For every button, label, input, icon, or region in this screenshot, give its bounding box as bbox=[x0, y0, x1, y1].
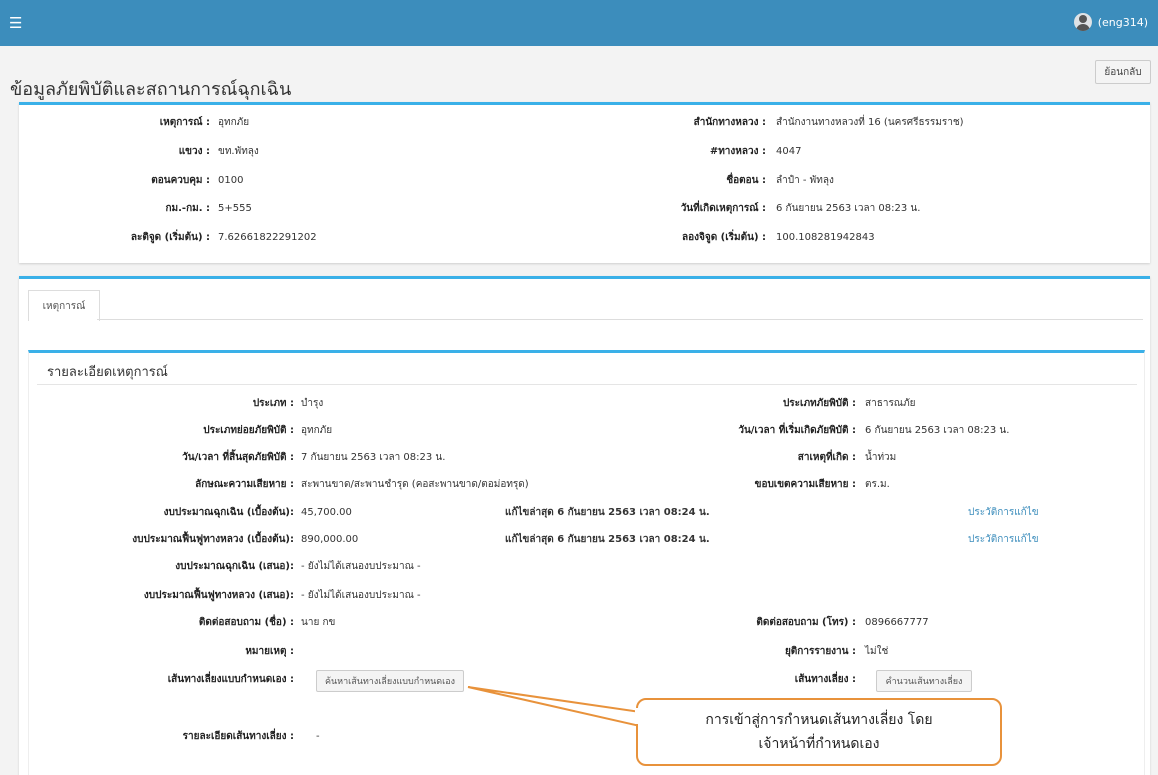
detail-label: ประเภท : bbox=[252, 398, 294, 409]
back-button[interactable]: ย้อนกลับ bbox=[1095, 60, 1151, 84]
username: (eng314) bbox=[1097, 15, 1148, 29]
section-divider bbox=[37, 384, 1137, 385]
info-value: 4047 bbox=[776, 146, 802, 157]
detail-label: งบประมาณฉุกเฉิน (เบื้องต้น): bbox=[163, 507, 294, 518]
callout-line-2: เจ้าหน้าที่กำหนดเอง bbox=[758, 736, 880, 752]
detail-value: นาย กข bbox=[301, 617, 336, 628]
page-title: ข้อมูลภัยพิบัติและสถานการณ์ฉุกเฉิน bbox=[10, 79, 292, 100]
edit-history-link[interactable]: ประวัติการแก้ไข bbox=[968, 506, 1039, 520]
detail-label: งบประมาณฟื้นฟูทางหลวง (เสนอ): bbox=[143, 590, 294, 601]
calculate-detour-button[interactable]: คำนวนเส้นทางเลี่ยง bbox=[876, 670, 972, 692]
detail-value: ตร.ม. bbox=[865, 479, 890, 490]
detail-value: ไม่ใช่ bbox=[865, 646, 889, 657]
edit-history-link[interactable]: ประวัติการแก้ไข bbox=[968, 533, 1039, 547]
info-value: 0100 bbox=[218, 175, 244, 186]
info-label: แขวง : bbox=[178, 146, 210, 157]
callout-pointer-mask bbox=[635, 708, 641, 724]
detail-value: - ยังไม่ได้เสนองบประมาณ - bbox=[301, 590, 421, 601]
info-label: ตอนควบคุม : bbox=[151, 175, 210, 186]
detail-value: 7 กันยายน 2563 เวลา 08:23 น. bbox=[301, 452, 446, 463]
info-label: เหตุการณ์ : bbox=[159, 117, 210, 128]
info-value: ขท.พัทลุง bbox=[218, 146, 259, 157]
detail-label: วัน/เวลา ที่เริ่มเกิดภัยพิบัติ : bbox=[738, 425, 856, 436]
info-value: 100.108281942843 bbox=[776, 232, 875, 243]
info-value: ลำปำ - พัทลุง bbox=[776, 175, 834, 186]
detail-label: ขอบเขตความเสียหาย : bbox=[754, 479, 856, 490]
info-label: ลองจิจูด (เริ่มต้น) : bbox=[681, 232, 766, 243]
user-menu[interactable]: (eng314) bbox=[1073, 13, 1148, 31]
annotation-callout: การเข้าสู่การกำหนดเส้นทางเลี่ยง โดย เจ้า… bbox=[636, 698, 1002, 766]
info-label: #ทางหลวง : bbox=[709, 146, 766, 157]
detail-value: อุทกภัย bbox=[301, 425, 333, 436]
detail-label: ประเภทภัยพิบัติ : bbox=[782, 398, 856, 409]
detail-value: - bbox=[316, 731, 320, 742]
info-value: อุทกภัย bbox=[218, 117, 250, 128]
hamburger-menu-icon[interactable]: ☰ bbox=[9, 14, 22, 32]
detail-value: - ยังไม่ได้เสนองบประมาณ - bbox=[301, 561, 421, 572]
detail-value: 890,000.00 bbox=[301, 534, 359, 545]
info-label: กม.-กม. : bbox=[165, 203, 210, 214]
detail-value: 45,700.00 bbox=[301, 507, 352, 518]
info-label: วันที่เกิดเหตุการณ์ : bbox=[680, 203, 766, 214]
last-edited-text: แก้ไขล่าสุด 6 กันยายน 2563 เวลา 08:24 น. bbox=[505, 534, 710, 545]
detail-label: งบประมาณฟื้นฟูทางหลวง (เบื้องต้น): bbox=[132, 534, 294, 545]
detail-value: 0896667777 bbox=[865, 617, 929, 628]
info-value: 6 กันยายน 2563 เวลา 08:23 น. bbox=[776, 203, 921, 214]
detail-label: งบประมาณฉุกเฉิน (เสนอ): bbox=[175, 561, 294, 572]
detail-value: น้ำท่วม bbox=[865, 452, 897, 463]
callout-line-1: การเข้าสู่การกำหนดเส้นทางเลี่ยง โดย bbox=[705, 712, 933, 728]
info-value: 5+555 bbox=[218, 203, 252, 214]
detail-label: ลักษณะความเสียหาย : bbox=[195, 479, 294, 490]
info-value: สำนักงานทางหลวงที่ 16 (นครศรีธรรมราช) bbox=[776, 117, 964, 128]
detail-value: สาธารณภัย bbox=[865, 398, 916, 409]
info-label: ละติจูด (เริ่มต้น) : bbox=[130, 232, 210, 243]
detail-label: ยุติการรายงาน : bbox=[784, 646, 856, 657]
detail-label: ติดต่อสอบถาม (ชื่อ) : bbox=[198, 617, 294, 628]
detail-label: ประเภทย่อยภัยพิบัติ : bbox=[203, 425, 294, 436]
section-title: รายละเอียดเหตุการณ์ bbox=[47, 365, 168, 380]
detail-label: วัน/เวลา ที่สิ้นสุดภัยพิบัติ : bbox=[182, 452, 294, 463]
detail-label: เส้นทางเลี่ยงแบบกำหนดเอง : bbox=[167, 674, 294, 685]
detail-value: สะพานขาด/สะพานชำรุด (คอสะพานขาด/ตอม่อทรุ… bbox=[301, 479, 529, 490]
top-navbar: ☰ (eng314) bbox=[0, 0, 1158, 46]
last-edited-text: แก้ไขล่าสุด 6 กันยายน 2563 เวลา 08:24 น. bbox=[505, 507, 710, 518]
detail-label: เส้นทางเลี่ยง : bbox=[794, 674, 856, 685]
detail-value: บำรุง bbox=[301, 398, 324, 409]
user-avatar bbox=[1073, 13, 1092, 31]
info-label: ชื่อตอน : bbox=[726, 175, 766, 186]
info-label: สำนักทางหลวง : bbox=[693, 117, 766, 128]
info-value: 7.62661822291202 bbox=[218, 232, 317, 243]
detail-label: สาเหตุที่เกิด : bbox=[797, 452, 856, 463]
detail-label: รายละเอียดเส้นทางเลี่ยง : bbox=[182, 731, 294, 742]
manual-detour-search-button[interactable]: ค้นหาเส้นทางเลี่ยงแบบกำหนดเอง bbox=[316, 670, 464, 692]
detail-label: หมายเหตุ : bbox=[245, 646, 294, 657]
detail-label: ติดต่อสอบถาม (โทร) : bbox=[756, 617, 856, 628]
detail-value: 6 กันยายน 2563 เวลา 08:23 น. bbox=[865, 425, 1010, 436]
tab-incident[interactable]: เหตุการณ์ bbox=[28, 290, 100, 321]
tab-divider bbox=[97, 319, 1143, 320]
